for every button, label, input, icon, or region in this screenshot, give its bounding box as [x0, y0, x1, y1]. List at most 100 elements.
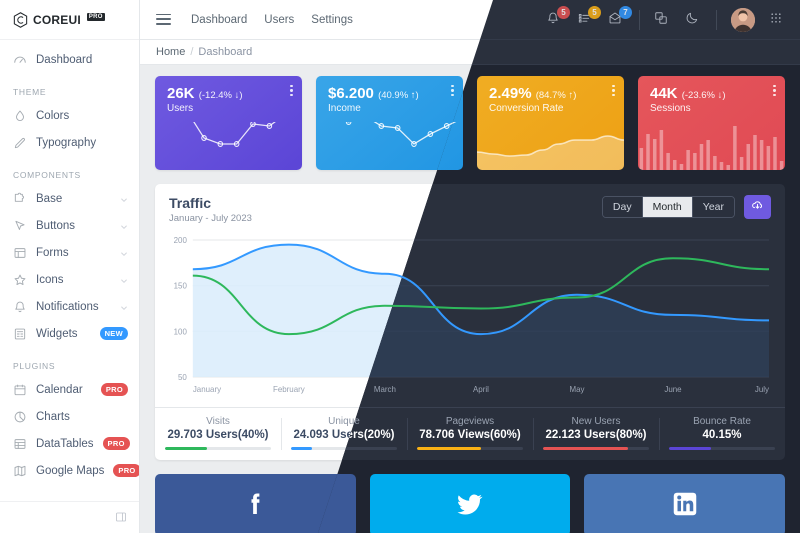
stat-progress-bar [165, 447, 271, 450]
cloud-download-icon [751, 199, 764, 215]
puzzle-icon [13, 192, 27, 206]
sidebar-item-label: Icons [36, 273, 64, 286]
sidebar-badge: PRO [113, 464, 139, 477]
widget-title: Sessions [650, 103, 691, 115]
chart-pie-icon [13, 410, 27, 424]
sidebar-section-title: COMPONENTS [13, 170, 81, 180]
calculator-icon [13, 327, 27, 341]
header-nav: Dashboard Users Settings [191, 14, 353, 26]
hamburger-menu-icon[interactable] [156, 13, 171, 26]
widget-delta: (-12.4% ↓) [198, 90, 243, 101]
sidebar-item-icons[interactable]: Icons [0, 266, 139, 293]
translate-icon[interactable] [654, 11, 671, 28]
svg-text:February: February [273, 385, 305, 394]
svg-text:July: July [755, 385, 769, 394]
social-card-linkedin[interactable] [584, 474, 786, 533]
svg-text:June: June [664, 385, 682, 394]
header-nav-settings[interactable]: Settings [311, 14, 353, 26]
sidebar-item-colors[interactable]: Colors [0, 102, 139, 129]
list-icon[interactable]: 5 [577, 6, 601, 28]
widget-delta: (-23.6% ↓) [681, 90, 726, 101]
notification-badge: 5 [557, 6, 570, 19]
grid-icon [13, 437, 27, 451]
widget-menu-icon[interactable] [290, 85, 293, 97]
sidebar-item-label: DataTables [36, 437, 94, 450]
widget-title: Users [167, 103, 194, 115]
traffic-subtitle: January - July 2023 [169, 213, 252, 224]
sidebar-item-widgets[interactable]: Widgets NEW [0, 320, 139, 347]
apps-grid-icon[interactable] [769, 11, 786, 28]
sidebar-item-buttons[interactable]: Buttons [0, 212, 139, 239]
sidebar-item-forms[interactable]: Forms [0, 239, 139, 266]
twitter-icon [455, 489, 485, 522]
sidebar-item-dashboard[interactable]: Dashboard [0, 46, 139, 73]
pencil-icon [13, 136, 27, 150]
widget-menu-icon[interactable] [451, 85, 454, 97]
range-button-month[interactable]: Month [641, 197, 692, 217]
chevron-down-icon[interactable] [120, 222, 128, 230]
range-button-day[interactable]: Day [602, 197, 642, 217]
breadcrumb-separator: / [190, 46, 194, 58]
calendar-icon [13, 383, 27, 397]
bell-icon [13, 300, 27, 314]
stat-label: New Users [571, 416, 621, 427]
sidebar-badge: PRO [100, 383, 128, 396]
header-nav-users[interactable]: Users [264, 14, 294, 26]
download-button[interactable] [744, 195, 771, 219]
range-button-group: DayMonthYear [601, 196, 735, 218]
sidebar-item-label: Forms [36, 246, 69, 259]
sidebar-item-charts[interactable]: Charts [0, 403, 139, 430]
chevron-down-icon[interactable] [120, 276, 128, 284]
header-nav-dashboard[interactable]: Dashboard [191, 14, 247, 26]
sidebar-item-notifications[interactable]: Notifications [0, 293, 139, 320]
header-divider [716, 9, 717, 30]
envelope-icon[interactable]: 7 [608, 6, 632, 28]
bell-icon[interactable]: 5 [546, 6, 570, 28]
collapse-sidebar-icon[interactable] [115, 511, 129, 525]
widget-number: 2.49% [489, 85, 532, 102]
chevron-down-icon[interactable] [120, 249, 128, 257]
sidebar-badge: NEW [99, 327, 128, 340]
sidebar-badge: PRO [102, 437, 130, 450]
widget-menu-icon[interactable] [612, 85, 615, 97]
stat-label: Visits [206, 416, 230, 427]
svg-text:150: 150 [174, 282, 188, 291]
sidebar-item-label: Base [36, 192, 63, 205]
widget-title: Income [328, 103, 361, 115]
breadcrumb-home[interactable]: Home [156, 46, 185, 58]
svg-text:50: 50 [178, 373, 187, 382]
droplet-icon [13, 109, 27, 123]
sidebar-item-typography[interactable]: Typography [0, 129, 139, 156]
svg-text:100: 100 [174, 327, 188, 336]
star-icon [13, 273, 27, 287]
traffic-stat-pageviews: Pageviews 78.706 Views(60%) [407, 408, 533, 460]
widget-card-sessions: 44K (-23.6% ↓) Sessions [638, 76, 785, 170]
widget-menu-icon[interactable] [773, 85, 776, 97]
widget-card-income: $6.200 (40.9% ↑)Income [316, 76, 463, 170]
sidebar-item-base[interactable]: Base [0, 185, 139, 212]
widget-card-conversion-rate: 2.49% (84.7% ↑)Conversion Rate [477, 76, 624, 170]
moon-icon[interactable] [685, 11, 702, 28]
stat-progress-bar [543, 447, 649, 450]
sidebar-brand[interactable]: COREUI PRO [0, 0, 139, 40]
widget-number: 44K [650, 85, 678, 102]
social-card-twitter[interactable] [369, 474, 571, 533]
chevron-down-icon[interactable] [120, 195, 128, 203]
sidebar: COREUI PRO Dashboard THEME Colors Typograp… [0, 0, 140, 533]
sidebar-item-label: Widgets [36, 327, 78, 340]
stat-progress-bar [669, 447, 775, 450]
widget-delta: (40.9% ↑) [378, 90, 419, 101]
svg-text:March: March [374, 385, 396, 394]
sidebar-item-google-maps[interactable]: Google Maps PRO [0, 457, 139, 484]
sidebar-item-calendar[interactable]: Calendar PRO [0, 376, 139, 403]
avatar[interactable] [731, 7, 755, 32]
chevron-down-icon[interactable] [120, 303, 128, 311]
sidebar-item-label: Buttons [36, 219, 75, 232]
sidebar-nav: Dashboard THEME Colors Typography COMPONENT… [0, 40, 139, 501]
sidebar-item-datatables[interactable]: DataTables PRO [0, 430, 139, 457]
range-button-year[interactable]: Year [691, 197, 734, 217]
widget-delta: (84.7% ↑) [535, 90, 577, 101]
widget-value: $6.200 (40.9% ↑) [316, 76, 463, 102]
notification-badge: 5 [588, 6, 601, 19]
sidebar-item-label: Notifications [36, 300, 99, 313]
